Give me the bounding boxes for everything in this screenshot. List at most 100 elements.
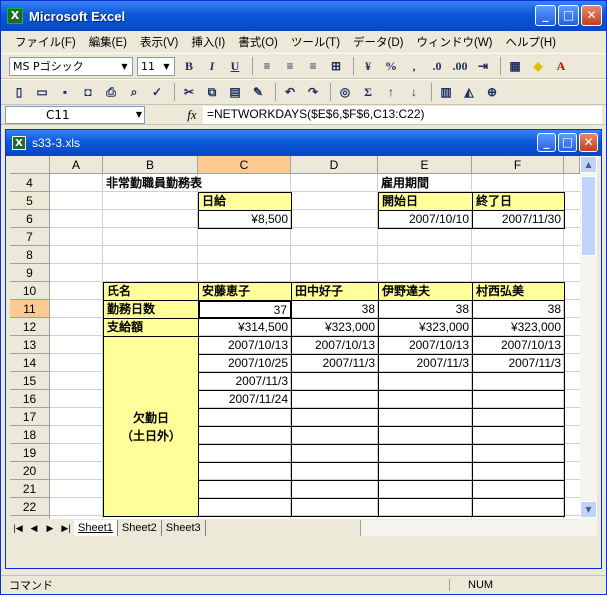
chart-wizard-icon[interactable]: ▥	[436, 82, 456, 102]
absence-days-label[interactable]: 欠勤日 （土日外）	[103, 336, 199, 517]
menu-help[interactable]: ヘルプ(H)	[506, 34, 556, 50]
next-sheet-icon[interactable]: ▶	[42, 523, 58, 534]
row-header[interactable]: 11	[10, 300, 50, 318]
col-header[interactable]: C	[198, 156, 291, 174]
percent-button[interactable]: %	[381, 56, 401, 76]
row-header[interactable]: 12	[10, 318, 50, 336]
end-date-value[interactable]: 2007/11/30	[472, 210, 565, 229]
employee-name[interactable]: 村西弘美	[472, 282, 565, 301]
minimize-button[interactable]: _	[535, 5, 556, 26]
close-button[interactable]: ✕	[581, 5, 602, 26]
absence-date[interactable]: 2007/11/24	[198, 390, 291, 408]
menu-format[interactable]: 書式(O)	[238, 34, 278, 50]
workbook-close-button[interactable]: ✕	[579, 133, 598, 152]
scroll-up-icon[interactable]: ▲	[580, 156, 597, 173]
absence-date[interactable]: 2007/11/3	[472, 354, 564, 372]
row-header[interactable]: 21	[10, 480, 50, 498]
col-header[interactable]: D	[291, 156, 378, 174]
zoom-icon[interactable]: ⊕	[482, 82, 502, 102]
row-header[interactable]: 18	[10, 426, 50, 444]
row-header[interactable]: 16	[10, 390, 50, 408]
font-select[interactable]: MS Pゴシック ▼	[9, 56, 133, 76]
select-all[interactable]	[10, 156, 50, 174]
row-header[interactable]: 13	[10, 336, 50, 354]
first-sheet-icon[interactable]: |◀	[10, 523, 26, 534]
payment-value[interactable]: ¥314,500	[198, 318, 292, 337]
menu-tools[interactable]: ツール(T)	[291, 34, 340, 50]
row-header[interactable]: 7	[10, 228, 50, 246]
payment-label[interactable]: 支給額	[103, 318, 199, 337]
row-header[interactable]: 8	[10, 246, 50, 264]
row-header[interactable]: 14	[10, 354, 50, 372]
align-left-icon[interactable]: ≡	[257, 56, 277, 76]
row-header[interactable]: 4	[10, 174, 50, 192]
workdays-label[interactable]: 勤務日数	[103, 300, 199, 319]
col-header[interactable]: F	[472, 156, 564, 174]
sort-descending-icon[interactable]: ↓	[404, 82, 424, 102]
daily-wage-value[interactable]: ¥8,500	[198, 210, 292, 229]
formula-input[interactable]: =NETWORKDAYS($E$6,$F$6,C13:C22)	[203, 105, 602, 124]
scroll-thumb[interactable]	[581, 176, 596, 256]
merge-center-icon[interactable]: ⊞	[326, 56, 346, 76]
start-date-value[interactable]: 2007/10/10	[378, 210, 473, 229]
row-header[interactable]: 20	[10, 462, 50, 480]
absence-date[interactable]: 2007/10/25	[198, 354, 291, 372]
row-header[interactable]: 10	[10, 282, 50, 300]
workdays-value[interactable]: 38	[291, 300, 379, 319]
fill-color-icon[interactable]: ◆	[528, 56, 548, 76]
spelling-icon[interactable]: ✓	[147, 82, 167, 102]
absence-date[interactable]: 2007/11/3	[291, 354, 378, 372]
menu-data[interactable]: データ(D)	[353, 34, 403, 50]
new-icon[interactable]: ▯	[9, 82, 29, 102]
font-color-icon[interactable]: A	[551, 56, 571, 76]
menu-window[interactable]: ウィンドウ(W)	[417, 34, 493, 50]
payment-value[interactable]: ¥323,000	[291, 318, 379, 337]
absence-date[interactable]: 2007/10/13	[472, 336, 564, 354]
name-header[interactable]: 氏名	[103, 282, 199, 301]
row-header[interactable]: 5	[10, 192, 50, 210]
row-header[interactable]: 9	[10, 264, 50, 282]
horizontal-scrollbar[interactable]	[360, 520, 580, 536]
italic-button[interactable]: I	[202, 56, 222, 76]
sheet-tab-2[interactable]: Sheet2	[118, 520, 162, 536]
insert-function-icon[interactable]: fx	[181, 107, 203, 123]
drawing-icon[interactable]: ◭	[459, 82, 479, 102]
copy-icon[interactable]: ⧉	[202, 82, 222, 102]
decrease-decimal-icon[interactable]: .00	[450, 56, 470, 76]
maximize-button[interactable]: □	[558, 5, 579, 26]
hyperlink-icon[interactable]: ◎	[335, 82, 355, 102]
sheet-tab-1[interactable]: Sheet1	[74, 520, 118, 536]
save-icon[interactable]: ▪	[55, 82, 75, 102]
start-date-label[interactable]: 開始日	[378, 192, 473, 211]
menu-edit[interactable]: 編集(E)	[89, 34, 127, 50]
workbook-maximize-button[interactable]: □	[558, 133, 577, 152]
sort-ascending-icon[interactable]: ↑	[381, 82, 401, 102]
workdays-value[interactable]: 38	[378, 300, 473, 319]
vertical-scrollbar[interactable]: ▲ ▼	[580, 156, 597, 536]
align-right-icon[interactable]: ≡	[303, 56, 323, 76]
indent-icon[interactable]: ⇥	[473, 56, 493, 76]
name-box[interactable]: C11 ▼	[5, 105, 145, 124]
end-date-label[interactable]: 終了日	[472, 192, 565, 211]
redo-icon[interactable]: ↷	[303, 82, 323, 102]
undo-icon[interactable]: ↶	[280, 82, 300, 102]
menu-view[interactable]: 表示(V)	[140, 34, 178, 50]
align-center-icon[interactable]: ≡	[280, 56, 300, 76]
row-header[interactable]: 15	[10, 372, 50, 390]
borders-icon[interactable]: ▦	[505, 56, 525, 76]
worksheet-grid[interactable]: A B C D E F 4 5 6 7 8 9 10 11 12 13 14 1…	[10, 156, 580, 519]
comma-button[interactable]: ,	[404, 56, 424, 76]
row-header[interactable]: 6	[10, 210, 50, 228]
permission-icon[interactable]: ◘	[78, 82, 98, 102]
menu-insert[interactable]: 挿入(I)	[191, 34, 225, 50]
scroll-down-icon[interactable]: ▼	[580, 501, 597, 518]
row-header[interactable]: 22	[10, 498, 50, 516]
paste-icon[interactable]: ▤	[225, 82, 245, 102]
currency-icon[interactable]: ¥	[358, 56, 378, 76]
cut-icon[interactable]: ✂	[179, 82, 199, 102]
font-size-select[interactable]: 11 ▼	[137, 56, 175, 76]
absence-date[interactable]: 2007/11/3	[198, 372, 291, 390]
autosum-button[interactable]: Σ	[358, 82, 378, 102]
active-cell-c11[interactable]: 37	[198, 300, 292, 319]
payment-value[interactable]: ¥323,000	[378, 318, 473, 337]
